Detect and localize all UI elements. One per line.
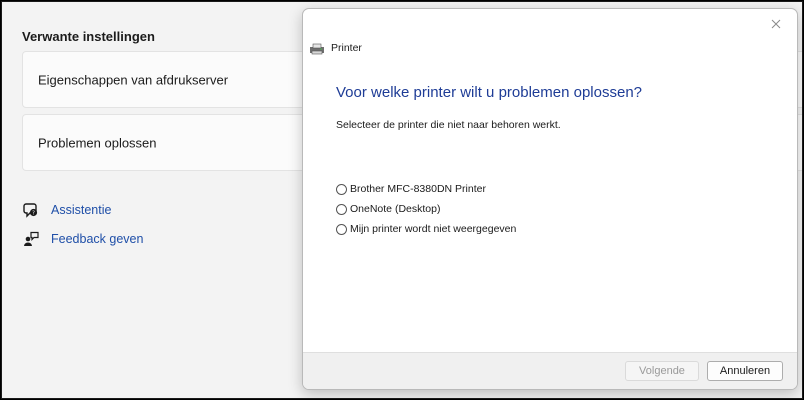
option-label: OneNote (Desktop) <box>350 203 441 215</box>
troubleshooter-dialog: Printer Voor welke printer wilt u proble… <box>302 8 798 390</box>
svg-text:?: ? <box>32 211 35 217</box>
dialog-footer: Volgende Annuleren <box>303 352 797 389</box>
dialog-header: Printer <box>309 41 362 55</box>
printer-options: Brother MFC-8380DN Printer OneNote (Desk… <box>336 179 516 239</box>
printer-icon <box>309 42 325 55</box>
feedback-icon <box>22 231 39 248</box>
help-chat-icon: ? <box>22 202 39 219</box>
option-label: Mijn printer wordt niet weergegeven <box>350 223 517 235</box>
printer-option-not-listed[interactable]: Mijn printer wordt niet weergegeven <box>336 219 516 239</box>
feedback-link[interactable]: Feedback geven <box>22 229 143 249</box>
feedback-link-label: Feedback geven <box>51 232 144 246</box>
section-title: Verwante instellingen <box>22 29 155 44</box>
card-label: Eigenschappen van afdrukserver <box>38 72 229 87</box>
help-link-label: Assistentie <box>51 203 112 217</box>
dialog-question: Voor welke printer wilt u problemen oplo… <box>336 84 642 101</box>
card-label: Problemen oplossen <box>38 135 157 150</box>
option-label: Brother MFC-8380DN Printer <box>350 183 486 195</box>
printer-option-onenote[interactable]: OneNote (Desktop) <box>336 199 516 219</box>
printer-option-brother[interactable]: Brother MFC-8380DN Printer <box>336 179 516 199</box>
dialog-instruction: Selecteer de printer die niet naar behor… <box>336 119 561 131</box>
dialog-caption: Printer <box>331 42 362 54</box>
next-button[interactable]: Volgende <box>625 361 699 381</box>
close-icon <box>771 16 781 34</box>
close-button[interactable] <box>765 14 787 36</box>
radio-button[interactable] <box>336 223 347 235</box>
help-link[interactable]: ? Assistentie <box>22 200 111 220</box>
cancel-button[interactable]: Annuleren <box>707 361 783 381</box>
settings-window: Verwante instellingen Eigenschappen van … <box>1 1 803 399</box>
radio-button[interactable] <box>336 203 347 215</box>
radio-button[interactable] <box>336 183 347 195</box>
